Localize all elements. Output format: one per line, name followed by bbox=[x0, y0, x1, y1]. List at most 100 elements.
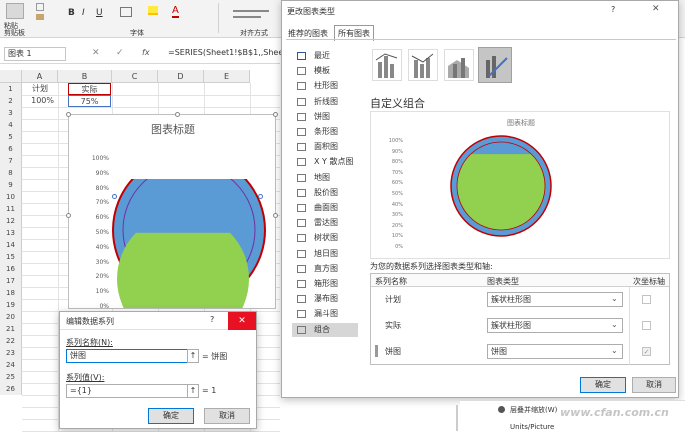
chart-type-item[interactable]: 股价图 bbox=[292, 186, 358, 200]
chevron-down-icon[interactable]: ⌄ bbox=[611, 320, 618, 329]
row-header[interactable]: 23 bbox=[0, 347, 22, 359]
secondary-axis-checkbox[interactable]: ✓ bbox=[642, 347, 651, 356]
chevron-down-icon[interactable]: ⌄ bbox=[611, 346, 618, 355]
row-header[interactable]: 11 bbox=[0, 203, 22, 215]
stack-scale-option[interactable]: 层叠并缩放(W) bbox=[510, 405, 557, 415]
column-header[interactable]: C bbox=[112, 70, 158, 83]
chart-type-item[interactable]: 模板 bbox=[292, 64, 358, 78]
actual-fill[interactable] bbox=[110, 232, 272, 308]
row-header[interactable]: 13 bbox=[0, 227, 22, 239]
cell-a2[interactable]: 100% bbox=[26, 95, 54, 107]
series-name-input[interactable]: 饼图 bbox=[66, 349, 188, 363]
cancel-button[interactable]: 取消 bbox=[632, 377, 676, 393]
paste-icon[interactable] bbox=[6, 3, 24, 19]
secondary-axis-checkbox[interactable] bbox=[642, 295, 651, 304]
scrollbar[interactable] bbox=[456, 405, 458, 431]
resize-handle[interactable] bbox=[273, 213, 278, 218]
row-header[interactable]: 18 bbox=[0, 287, 22, 299]
chart-type-item[interactable]: 面积图 bbox=[292, 140, 358, 154]
border-icon[interactable] bbox=[120, 7, 132, 17]
row-header[interactable]: 15 bbox=[0, 251, 22, 263]
select-all-corner[interactable] bbox=[0, 70, 22, 83]
row-header[interactable]: 12 bbox=[0, 215, 22, 227]
row-header[interactable]: 16 bbox=[0, 263, 22, 275]
column-header[interactable]: B bbox=[58, 70, 112, 83]
series-handle[interactable] bbox=[112, 194, 117, 199]
chart-type-item[interactable]: 曲面图 bbox=[292, 201, 358, 215]
font-color-icon[interactable]: A bbox=[172, 6, 179, 18]
row-header[interactable]: 25 bbox=[0, 371, 22, 383]
row-header[interactable]: 24 bbox=[0, 359, 22, 371]
help-button[interactable]: ? bbox=[611, 5, 615, 14]
row-header[interactable]: 21 bbox=[0, 323, 22, 335]
row-header[interactable]: 4 bbox=[0, 119, 22, 131]
cell-b2[interactable]: 75% bbox=[68, 95, 111, 107]
chart-type-item[interactable]: 漏斗图 bbox=[292, 307, 358, 321]
chart-type-select[interactable]: 簇状柱形图 bbox=[487, 292, 623, 307]
cut-icon[interactable] bbox=[36, 3, 44, 11]
series-values-input[interactable]: ={1} bbox=[66, 384, 188, 398]
row-header[interactable]: 10 bbox=[0, 191, 22, 203]
cancel-button[interactable]: 取消 bbox=[204, 408, 250, 424]
resize-handle[interactable] bbox=[66, 213, 71, 218]
chart-type-item[interactable]: 树状图 bbox=[292, 231, 358, 245]
column-header[interactable]: A bbox=[22, 70, 58, 83]
custom-combination-icon[interactable] bbox=[478, 47, 512, 83]
chart-type-item[interactable]: 旭日图 bbox=[292, 247, 358, 261]
tab-recommended[interactable]: 推荐的图表 bbox=[288, 28, 328, 39]
chart-type-select[interactable]: 簇状柱形图 bbox=[487, 318, 623, 333]
cell-a1[interactable]: 计划 bbox=[28, 83, 52, 95]
help-button[interactable]: ? bbox=[210, 315, 214, 324]
row-header[interactable]: 26 bbox=[0, 383, 22, 395]
fx-icon[interactable]: fx bbox=[142, 48, 150, 57]
chart-type-item[interactable]: 最近 bbox=[292, 49, 358, 63]
align-icon[interactable] bbox=[233, 10, 269, 12]
chart-title[interactable]: 图表标题 bbox=[69, 121, 277, 137]
radio-icon[interactable] bbox=[498, 406, 505, 413]
row-header[interactable]: 2 bbox=[0, 95, 22, 107]
secondary-axis-checkbox[interactable] bbox=[642, 321, 651, 330]
resize-handle[interactable] bbox=[175, 112, 180, 117]
chart-type-item[interactable]: X Y 散点图 bbox=[292, 155, 358, 169]
align-icon[interactable] bbox=[233, 16, 261, 18]
collapse-range-icon[interactable]: ↑ bbox=[187, 384, 199, 398]
chart-type-item[interactable]: 地图 bbox=[292, 171, 358, 185]
row-header[interactable]: 19 bbox=[0, 299, 22, 311]
row-header[interactable]: 5 bbox=[0, 131, 22, 143]
chart-type-item[interactable]: 直方图 bbox=[292, 262, 358, 276]
series-handle[interactable] bbox=[258, 194, 263, 199]
fill-color-icon[interactable] bbox=[148, 6, 158, 15]
chart-type-select[interactable]: 饼图 bbox=[487, 344, 623, 359]
stacked-area-column-icon[interactable] bbox=[444, 49, 474, 81]
chevron-down-icon[interactable]: ⌄ bbox=[611, 294, 618, 303]
name-box[interactable]: 图表 1 bbox=[4, 47, 66, 61]
clustered-column-line-icon[interactable] bbox=[372, 49, 402, 81]
bold-button[interactable]: B bbox=[68, 8, 75, 18]
close-icon[interactable]: ✕ bbox=[228, 312, 256, 330]
row-header[interactable]: 1 bbox=[0, 83, 22, 95]
confirm-icon[interactable]: ✓ bbox=[116, 48, 124, 58]
chart-type-item[interactable]: 组合 bbox=[292, 322, 358, 337]
collapse-range-icon[interactable]: ↑ bbox=[187, 349, 199, 363]
row-header[interactable]: 7 bbox=[0, 155, 22, 167]
close-icon[interactable]: ✕ bbox=[652, 4, 660, 14]
column-line-secondary-icon[interactable] bbox=[408, 49, 438, 81]
row-header[interactable]: 20 bbox=[0, 311, 22, 323]
column-header[interactable]: D bbox=[158, 70, 204, 83]
chart-type-item[interactable]: 柱形图 bbox=[292, 79, 358, 93]
cell-b1[interactable]: 实际 bbox=[68, 83, 111, 95]
formula-input[interactable]: =SERIES(Sheet1!$B$1,,Sheet bbox=[168, 48, 286, 57]
chart-type-item[interactable]: 雷达图 bbox=[292, 216, 358, 230]
chart-type-item[interactable]: 瀑布图 bbox=[292, 292, 358, 306]
row-header[interactable]: 3 bbox=[0, 107, 22, 119]
format-painter-icon[interactable] bbox=[36, 14, 44, 20]
row-header[interactable]: 17 bbox=[0, 275, 22, 287]
chart-type-item[interactable]: 条形图 bbox=[292, 125, 358, 139]
underline-button[interactable]: U bbox=[96, 8, 103, 18]
ok-button[interactable]: 确定 bbox=[580, 377, 626, 393]
chart-type-item[interactable]: 箱形图 bbox=[292, 277, 358, 291]
resize-handle[interactable] bbox=[273, 112, 278, 117]
italic-button[interactable]: I bbox=[82, 8, 85, 18]
column-header[interactable]: E bbox=[204, 70, 250, 83]
row-header[interactable]: 9 bbox=[0, 179, 22, 191]
